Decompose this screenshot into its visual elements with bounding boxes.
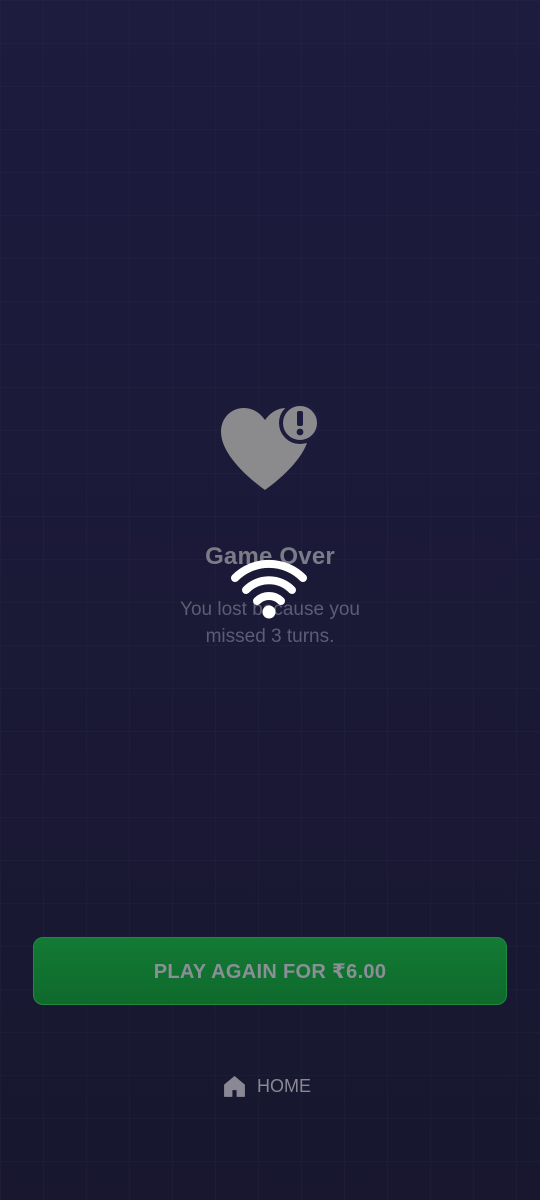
home-button[interactable]: HOME	[222, 1072, 311, 1100]
wifi-icon	[229, 554, 309, 620]
home-icon	[222, 1074, 247, 1099]
heart-alert-icon	[218, 402, 324, 494]
home-label: HOME	[257, 1075, 311, 1096]
play-again-button[interactable]: PLAY AGAIN FOR ₹6.00	[33, 937, 507, 1005]
